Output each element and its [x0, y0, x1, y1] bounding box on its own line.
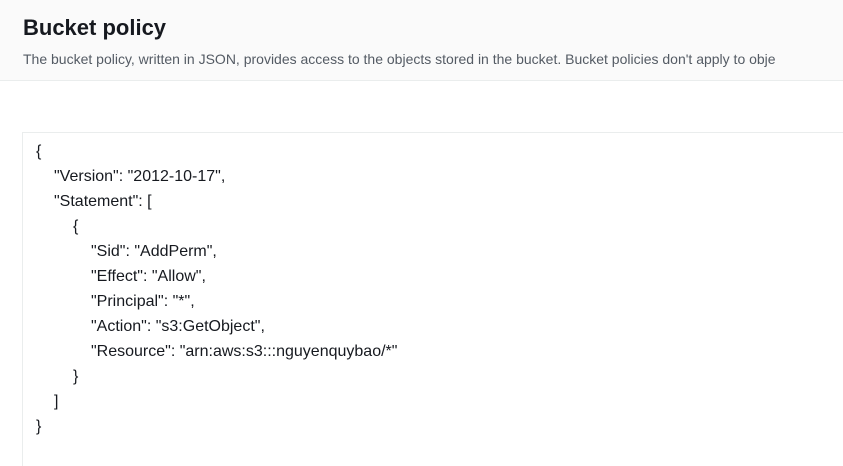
bucket-policy-header: Bucket policy The bucket policy, written… [0, 0, 843, 81]
code-line: "Sid": "AddPerm", [91, 243, 217, 260]
bucket-policy-page: Bucket policy The bucket policy, written… [0, 0, 843, 466]
code-line: } [36, 418, 42, 435]
code-line: "Resource": "arn:aws:s3:::nguyenquybao/*… [91, 343, 398, 360]
code-line: "Principal": "*", [91, 293, 195, 310]
policy-code[interactable]: { "Version": "2012-10-17", "Statement": … [36, 139, 397, 439]
code-line: "Action": "s3:GetObject", [91, 318, 265, 335]
page-title: Bucket policy [23, 15, 167, 40]
code-line: ] [54, 393, 59, 410]
code-line: "Effect": "Allow", [91, 268, 206, 285]
code-line: { [36, 143, 42, 160]
code-line: "Statement": [ [54, 193, 152, 210]
policy-editor[interactable]: { "Version": "2012-10-17", "Statement": … [22, 132, 843, 466]
code-line: "Version": "2012-10-17", [54, 168, 226, 185]
page-description: The bucket policy, written in JSON, prov… [23, 51, 776, 67]
code-line: { [73, 218, 79, 235]
code-line: } [73, 368, 79, 385]
